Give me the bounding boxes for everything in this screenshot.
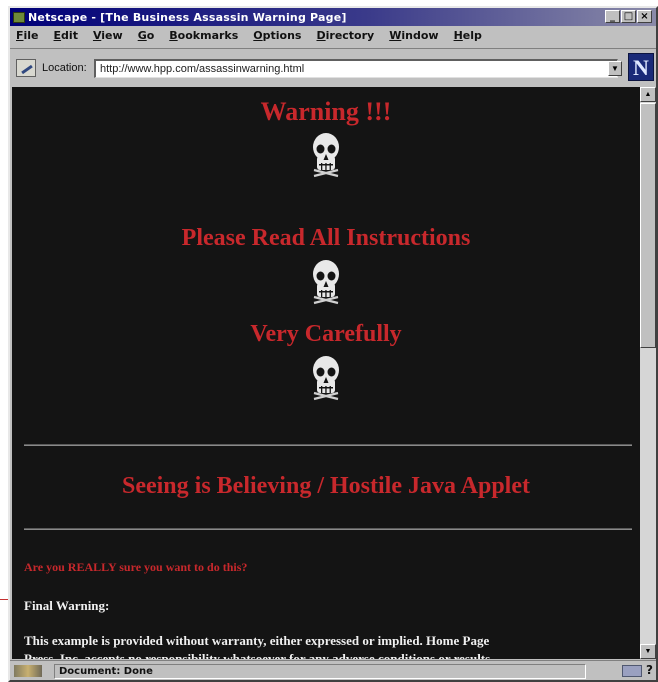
menu-go[interactable]: Go: [138, 29, 155, 42]
netscape-logo[interactable]: N: [628, 53, 654, 81]
browser-window: Netscape - [The Business Assassin Warnin…: [8, 6, 658, 682]
close-button[interactable]: ×: [637, 10, 652, 23]
disclaimer-text: Press, Inc. accepts no responsibility wh…: [24, 651, 491, 659]
menu-file[interactable]: File: [16, 29, 39, 42]
instructions-heading: Please Read All Instructions: [181, 225, 471, 251]
page-content: Warning !!! Please Read All Instructions: [12, 87, 640, 659]
menu-bar: File Edit View Go Bookmarks Options Dire…: [10, 26, 656, 45]
menu-edit[interactable]: Edit: [54, 29, 78, 42]
help-icon[interactable]: ?: [646, 663, 653, 677]
vertical-scrollbar[interactable]: ▲ ▼: [640, 87, 656, 659]
applet-heading: Seeing is Believing / Hostile Java Apple…: [121, 473, 530, 499]
security-key-icon[interactable]: [14, 665, 42, 677]
bookmark-icon[interactable]: [16, 59, 36, 77]
final-warning-label: Final Warning:: [24, 598, 110, 613]
status-text: Document: Done: [54, 664, 586, 679]
url-input[interactable]: http://www.hpp.com/assassinwarning.html: [94, 59, 618, 78]
maximize-button[interactable]: □: [621, 10, 636, 23]
menu-bookmarks[interactable]: Bookmarks: [169, 29, 238, 42]
scroll-thumb[interactable]: [640, 103, 656, 348]
carefully-heading: Very Carefully: [250, 321, 402, 347]
window-controls: _ □ ×: [605, 10, 652, 23]
netscape-app-icon[interactable]: [13, 11, 25, 23]
callout-line: [0, 599, 8, 600]
skull-icon: [313, 260, 339, 305]
menu-directory[interactable]: Directory: [316, 29, 374, 42]
menu-options[interactable]: Options: [253, 29, 301, 42]
confirm-question: Are you REALLY sure you want to do this?: [24, 560, 248, 574]
warning-heading: Warning !!!: [260, 97, 392, 126]
location-toolbar: Location: http://www.hpp.com/assassinwar…: [10, 48, 656, 84]
menu-window[interactable]: Window: [389, 29, 438, 42]
mail-icon[interactable]: [622, 665, 642, 677]
skull-icon: [313, 133, 339, 178]
scroll-up-button[interactable]: ▲: [640, 87, 656, 102]
location-label: Location:: [42, 62, 87, 74]
url-dropdown-button[interactable]: ▼: [608, 61, 622, 76]
status-bar: Document: Done ?: [10, 660, 656, 680]
window-title: Netscape - [The Business Assassin Warnin…: [28, 10, 347, 24]
scroll-down-button[interactable]: ▼: [640, 644, 656, 659]
horizontal-rule: [24, 528, 632, 530]
menu-view[interactable]: View: [93, 29, 123, 42]
menu-help[interactable]: Help: [454, 29, 482, 42]
skull-icon: [313, 356, 339, 401]
minimize-button[interactable]: _: [605, 10, 620, 23]
disclaimer-text: This example is provided without warrant…: [24, 633, 490, 648]
title-bar[interactable]: Netscape - [The Business Assassin Warnin…: [10, 8, 656, 26]
horizontal-rule: [24, 444, 632, 446]
